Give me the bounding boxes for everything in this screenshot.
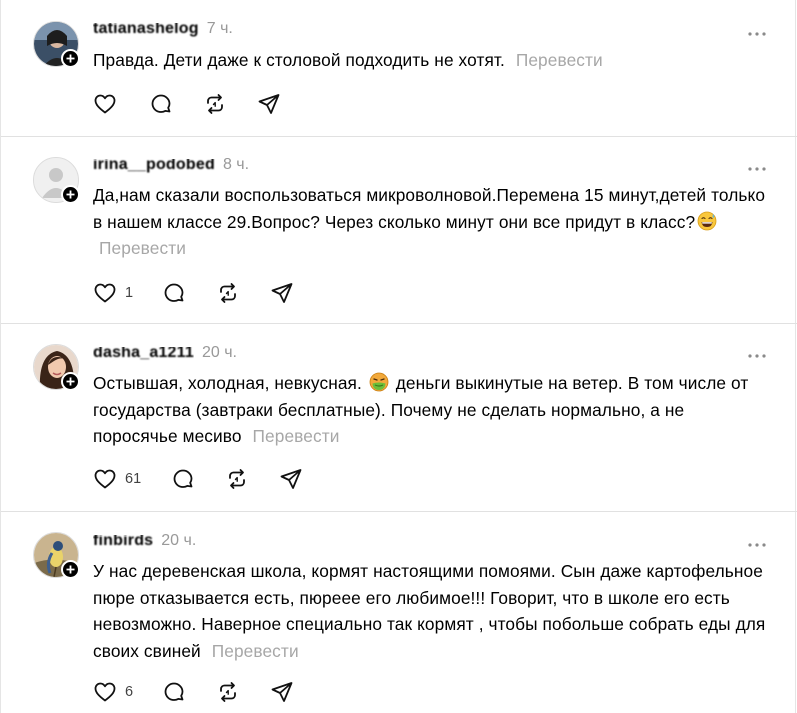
username[interactable]: tatianashelog [93,23,199,38]
like-button[interactable] [93,92,119,116]
comment-icon [173,469,193,488]
timestamp: 20 ч. [201,344,237,361]
timestamp: 20 ч. [161,532,197,549]
username[interactable]: dasha_a1211 [93,347,194,362]
share-button[interactable] [257,92,281,116]
comment-icon [164,682,184,701]
more-options-icon[interactable] [747,26,767,36]
grinning-sweat-emoji [697,211,717,231]
reply-button[interactable] [162,680,186,704]
comment-actions: 6 [93,680,294,704]
repost-icon [207,94,223,114]
username[interactable]: irina__podobed [93,159,215,174]
reply-button[interactable] [171,467,195,491]
like-count: 1 [125,285,134,301]
reply-button[interactable] [149,92,173,116]
comment-header: tatianashelog 7 ч. [93,20,233,38]
comment-icon [164,283,184,302]
comment-header: dasha_a1211 20 ч. [93,344,237,362]
repost-button[interactable] [216,680,240,704]
comment-1: tatianashelog 7 ч. Правда. Дети даже к с… [1,0,797,137]
translate-link[interactable]: Перевести [212,641,299,661]
translate-link[interactable]: Перевести [99,238,186,258]
like-count: 61 [125,471,142,487]
repost-button[interactable] [203,92,227,116]
send-icon [280,469,302,489]
heart-icon [94,283,116,303]
follow-button[interactable] [61,185,80,204]
like-count: 6 [125,684,134,700]
timestamp: 8 ч. [222,156,250,173]
share-button[interactable] [279,467,303,491]
more-options-icon[interactable] [747,348,767,358]
follow-button[interactable] [61,49,80,68]
comment-actions: 61 [93,467,303,491]
share-button[interactable] [270,281,294,305]
more-options-icon[interactable] [747,161,767,171]
comment-4: finbirds 20 ч. У нас деревенская школа, … [1,512,797,713]
comment-body: У нас деревенская школа, кормят настоящи… [93,561,766,661]
nauseated-face-emoji [369,372,389,392]
reply-button[interactable] [162,281,186,305]
heart-icon [94,682,116,702]
comment-text: У нас деревенская школа, кормят настоящи… [93,558,773,664]
translate-link[interactable]: Перевести [516,50,603,70]
avatar-wrap [33,157,80,204]
share-button[interactable] [270,680,294,704]
timestamp: 7 ч. [206,20,233,37]
translate-link[interactable]: Перевести [253,426,340,446]
comment-header: irina__podobed 8 ч. [93,156,249,174]
comment-icon [151,94,171,113]
repost-icon [220,682,236,702]
repost-icon [229,469,246,489]
thread-panel: tatianashelog 7 ч. Правда. Дети даже к с… [0,0,797,713]
comment-actions [93,92,281,116]
send-icon [258,94,280,114]
avatar-wrap [33,21,80,68]
like-button[interactable]: 1 [93,281,133,305]
comment-body: Правда. Дети даже к столовой подходить н… [93,50,505,70]
comment-2: irina__podobed 8 ч. Да,нам сказали воспо… [1,137,797,324]
follow-button[interactable] [61,372,80,391]
repost-button[interactable] [216,281,240,305]
like-button[interactable]: 6 [93,680,133,704]
like-button[interactable]: 61 [93,467,141,491]
avatar-wrap [33,344,80,391]
comment-body: Остывшая, холодная, невкусная. [93,373,362,393]
comment-actions: 1 [93,281,294,305]
comment-text: Правда. Дети даже к столовой подходить н… [93,47,773,74]
comment-text: Да,нам сказали воспользоваться микроволн… [93,182,773,262]
follow-button[interactable] [61,560,80,579]
heart-icon [94,469,116,489]
more-options-icon[interactable] [747,537,767,547]
comment-body: Да,нам сказали воспользоваться микроволн… [93,185,766,232]
repost-button[interactable] [225,467,249,491]
comment-text: Остывшая, холодная, невкусная. деньги вы… [93,370,773,450]
comment-3: dasha_a1211 20 ч. Остывшая, холодная, не… [1,324,797,512]
send-icon [271,682,293,702]
comment-header: finbirds 20 ч. [93,532,196,550]
username[interactable]: finbirds [93,535,153,550]
repost-icon [220,283,236,303]
avatar-wrap [33,532,80,579]
heart-icon [94,94,116,114]
send-icon [271,283,293,303]
